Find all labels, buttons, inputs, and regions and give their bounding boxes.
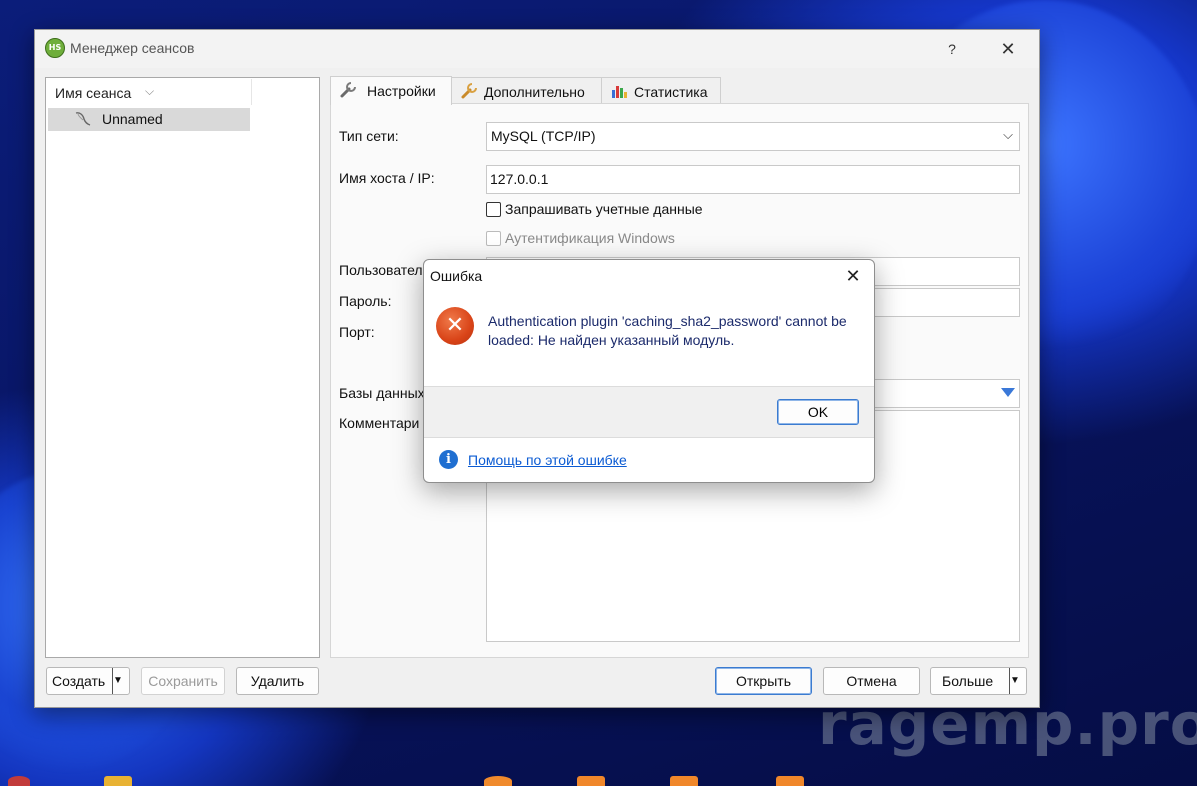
comment-label: Комментари [339, 415, 420, 431]
network-type-value: MySQL (TCP/IP) [491, 128, 596, 144]
info-icon: i [439, 450, 458, 469]
tab-advanced[interactable]: Дополнительно [451, 77, 602, 104]
create-button-label: Создать [52, 673, 106, 689]
windows-auth-label: Аутентификация Windows [505, 230, 675, 246]
host-label: Имя хоста / IP: [339, 170, 435, 186]
session-item-unnamed[interactable]: Unnamed [48, 108, 250, 131]
session-tree[interactable]: Имя сеанса ⌵ Unnamed [45, 77, 320, 658]
tab-settings[interactable]: Настройки [330, 76, 452, 105]
taskbar-app-icon[interactable] [8, 776, 30, 786]
error-message: Authentication plugin 'caching_sha2_pass… [488, 313, 847, 348]
session-name-column-label: Имя сеанса [55, 85, 132, 101]
session-item-label: Unnamed [102, 111, 163, 127]
port-label: Порт: [339, 324, 375, 340]
tab-label: Настройки [367, 83, 436, 99]
network-type-select[interactable]: MySQL (TCP/IP) ⌵ [486, 122, 1020, 151]
taskbar-icons [0, 776, 1197, 786]
taskbar-app-icon[interactable] [577, 776, 605, 786]
prompt-credentials-checkbox[interactable] [486, 202, 501, 217]
taskbar-app-icon[interactable] [670, 776, 698, 786]
tab-label: Статистика [634, 84, 708, 100]
password-label: Пароль: [339, 293, 392, 309]
error-dialog-button-bar: OK [424, 386, 874, 438]
error-dialog: Ошибка ✕ ✕ Authentication plugin 'cachin… [423, 259, 875, 483]
tab-statistics[interactable]: Статистика [601, 77, 721, 104]
host-value: 127.0.0.1 [490, 171, 549, 187]
error-dialog-close-button[interactable]: ✕ [840, 265, 866, 287]
prompt-credentials-label: Запрашивать учетные данные [505, 201, 703, 217]
chevron-down-icon: ⌵ [1003, 127, 1013, 142]
cancel-button[interactable]: Отмена [823, 667, 920, 695]
more-dropdown-arrow[interactable]: ▼ [1009, 668, 1026, 694]
taskbar-app-icon[interactable] [104, 776, 132, 786]
title-bar: HS Менеджер сеансов ? ✕ [35, 30, 1039, 68]
error-help-link[interactable]: Помощь по этой ошибке [468, 452, 627, 468]
mysql-dolphin-icon [75, 112, 91, 126]
wrench-icon [461, 83, 477, 99]
session-tree-header[interactable]: Имя сеанса ⌵ [47, 79, 252, 105]
close-window-button[interactable]: ✕ [993, 38, 1023, 60]
window-title: Менеджер сеансов [70, 40, 195, 56]
delete-button[interactable]: Удалить [236, 667, 319, 695]
windows-auth-checkbox[interactable] [486, 231, 501, 246]
tab-label: Дополнительно [484, 84, 585, 100]
wrench-icon [340, 82, 356, 98]
ok-button[interactable]: OK [777, 399, 859, 425]
user-label: Пользовател [339, 262, 423, 278]
more-button[interactable]: Больше ▼ [930, 667, 1027, 695]
create-button[interactable]: Создать ▼ [46, 667, 130, 695]
bar-chart-icon [612, 86, 627, 98]
help-button[interactable]: ? [940, 38, 964, 60]
network-type-label: Тип сети: [339, 128, 399, 144]
host-input[interactable]: 127.0.0.1 [486, 165, 1020, 194]
open-button[interactable]: Открыть [715, 667, 812, 695]
taskbar-app-icon[interactable] [484, 776, 512, 786]
error-icon: ✕ [436, 307, 474, 345]
create-dropdown-arrow[interactable]: ▼ [112, 668, 129, 694]
heidisql-app-icon: HS [45, 38, 65, 58]
taskbar-app-icon[interactable] [776, 776, 804, 786]
databases-label: Базы данных [339, 385, 425, 401]
save-button[interactable]: Сохранить [141, 667, 225, 695]
chevron-down-icon: ⌵ [145, 84, 155, 98]
error-dialog-title: Ошибка [430, 268, 483, 284]
dropdown-triangle-icon [1001, 388, 1015, 397]
more-button-label: Больше [942, 673, 994, 689]
